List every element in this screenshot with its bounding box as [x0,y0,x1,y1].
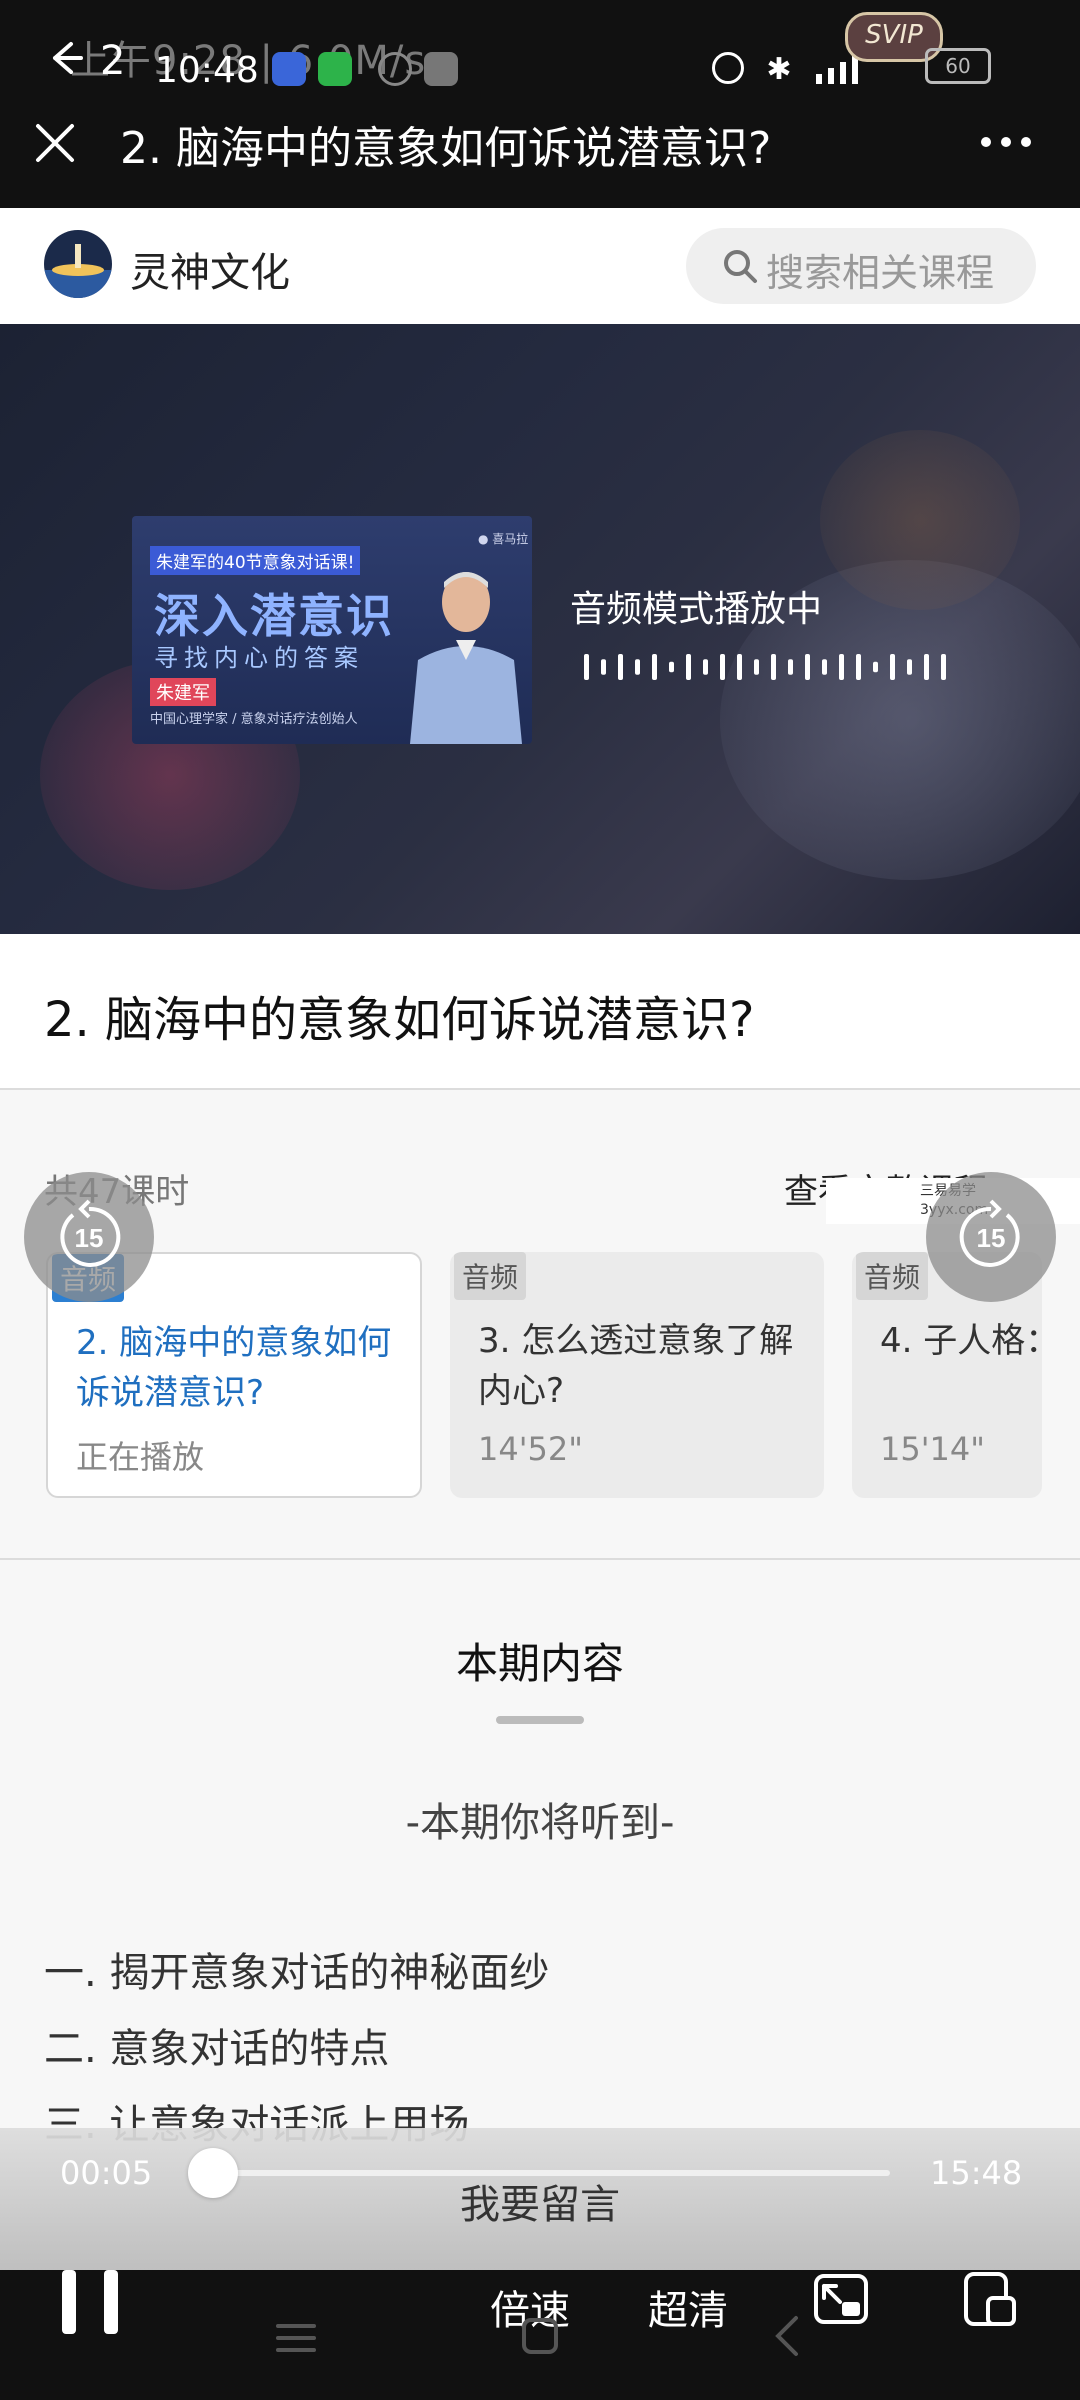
pause-icon[interactable] [58,2266,122,2338]
alarm-icon [378,52,412,86]
lesson-card-title: 3. 怎么透过意象了解内心? [478,1321,794,1411]
lesson-badge: 音频 [454,1252,527,1300]
audio-mode-label: 音频模式播放中 [570,589,823,630]
picture-in-picture-icon[interactable] [810,2268,872,2330]
waveform-bar [635,659,640,675]
lesson-badge: 音频 [856,1252,929,1300]
cover-subtitle: 寻找内心的答案 [154,644,364,672]
waveform-bar [584,654,589,680]
search-icon [724,250,757,283]
waveform-bar [907,659,912,675]
audio-waveform-icon [584,654,946,680]
lesson-title: 2. 脑海中的意象如何诉说潜意识? [44,992,755,1048]
cover-title: 深入潜意识 [154,589,394,643]
waveform-bar [754,659,759,675]
waveform-bar [924,654,929,680]
alarm-clock-icon [712,52,744,84]
lesson-card-duration: 15'14" [880,1430,985,1468]
waveform-bar [686,654,691,680]
search-placeholder[interactable]: 搜索相关课程 [766,242,994,297]
home-icon[interactable] [520,2316,560,2356]
cover-tag: 朱建军的40节意象对话课! [150,546,361,575]
rewind-seconds: 15 [75,1223,104,1253]
forward-icon: 15 [959,1199,1020,1267]
content-item: 一. 揭开意象对话的神秘面纱 [44,1950,550,1996]
nav-back-icon[interactable] [772,2314,802,2358]
quality-button[interactable]: 超清 [648,2278,728,2336]
more-options-icon[interactable] [978,122,1034,162]
back-arrow-icon[interactable] [45,38,85,78]
cover-brand: ● 喜马拉 [478,532,529,546]
lesson-card-title: 2. 脑海中的意象如何诉说潜意识? [76,1323,392,1413]
lesson-card-status: 正在播放 [76,1438,205,1476]
waveform-bar [890,654,895,680]
waveform-bar [822,659,827,675]
cover-description: 中国心理学家 / 意象对话疗法创始人 [150,712,358,727]
cover-author: 朱建军 [150,678,216,706]
wechat-icon [318,52,352,86]
waveform-bar [941,654,946,680]
lesson-card-duration: 14'52" [478,1430,583,1468]
forward-15-button[interactable]: 15 [926,1172,1056,1302]
lesson-card-title: 4. 子人格：不同的人格 [880,1321,1040,1361]
waveform-bar [652,654,657,680]
menu-icon[interactable] [274,2318,318,2358]
progress-track[interactable] [210,2170,890,2176]
current-time: 00:05 [60,2154,153,2192]
background-glow [820,430,1020,610]
status-time: 10:48 [155,50,259,91]
close-icon[interactable] [30,118,80,168]
brand-name[interactable]: 灵神文化 [130,240,290,298]
battery-icon: 60 [925,48,991,84]
author-portrait [410,572,522,744]
rewind-15-button[interactable]: 15 [24,1172,154,1302]
app-icon [424,52,458,86]
page-title: 2. 脑海中的意象如何诉说潜意识? [120,123,772,174]
rewind-icon: 15 [60,1199,121,1267]
lesson-card[interactable]: 音频 3. 怎么透过意象了解内心? 14'52" [450,1252,824,1498]
forward-seconds: 15 [977,1223,1006,1253]
waveform-bar [669,661,674,673]
app-notification-icon [272,52,306,86]
waveform-bar [720,654,725,680]
waveform-bar [618,654,623,680]
content-heading: 本期内容 [455,1639,624,1688]
waveform-bar [839,654,844,680]
waveform-bar [737,654,742,680]
content-item: 二. 意象对话的特点 [44,2026,390,2072]
bluetooth-icon: ✱ [766,52,792,87]
brand-logo[interactable] [44,230,112,298]
waveform-bar [873,661,878,673]
waveform-bar [856,654,861,680]
comment-button[interactable]: 我要留言 [0,2172,1080,2230]
waveform-bar [703,659,708,675]
content-intro: -本期你将听到- [405,1800,675,1846]
total-time: 15:48 [930,2154,1023,2192]
waveform-bar [771,654,776,680]
floating-window-icon[interactable] [958,2268,1020,2330]
waveform-bar [601,659,606,675]
back-count: 2 [100,38,126,84]
waveform-bar [788,659,793,675]
waveform-bar [805,654,810,680]
heading-underline [496,1716,584,1724]
